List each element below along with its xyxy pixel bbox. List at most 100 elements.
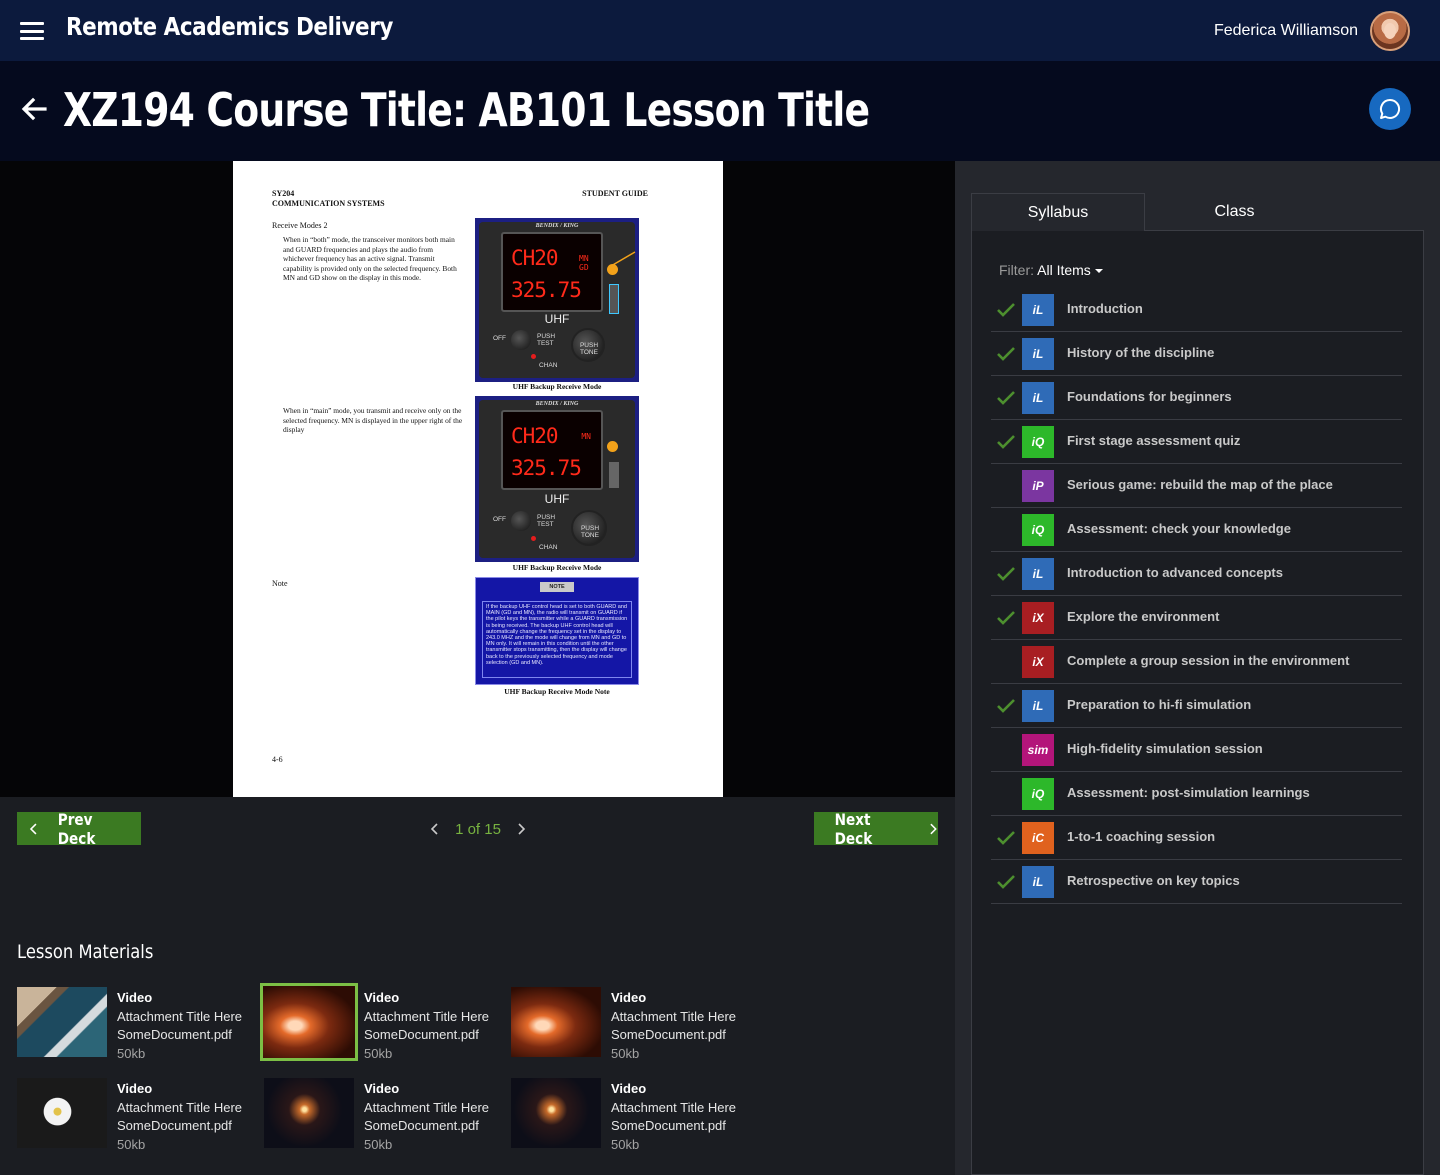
note-text: If the backup UHF control head is set to… xyxy=(482,601,632,678)
material-title: Attachment Title Here xyxy=(117,1008,242,1024)
material-thumbnail xyxy=(511,1078,601,1148)
material-item[interactable]: Video Attachment Title Here SomeDocument… xyxy=(17,1078,257,1153)
doc-page-number: 4-6 xyxy=(272,755,283,764)
syllabus-item[interactable]: iX Complete a group session in the enviro… xyxy=(991,640,1402,684)
document-page: SY204 COMMUNICATION SYSTEMS STUDENT GUID… xyxy=(233,161,723,797)
radio-band: UHF xyxy=(544,312,570,326)
annotation-arrow xyxy=(610,251,636,267)
chevron-left-icon xyxy=(430,823,438,835)
syllabus-item[interactable]: iL Introduction to advanced concepts xyxy=(991,552,1402,596)
material-file: SomeDocument.pdf xyxy=(117,1027,232,1042)
tab-class[interactable]: Class xyxy=(1145,193,1324,231)
prev-deck-button[interactable]: Prev Deck xyxy=(17,809,141,848)
app-title: Remote Academics Delivery xyxy=(66,12,393,41)
syllabus-item[interactable]: iL Foundations for beginners xyxy=(991,376,1402,420)
material-title: Attachment Title Here xyxy=(117,1099,242,1115)
radio-mode-indicator: MN GD xyxy=(579,254,589,272)
syllabus-item[interactable]: iC 1-to-1 coaching session xyxy=(991,816,1402,860)
tab-syllabus[interactable]: Syllabus xyxy=(971,193,1145,231)
document-viewer: SY204 COMMUNICATION SYSTEMS STUDENT GUID… xyxy=(0,161,955,797)
radio-mode-switch xyxy=(609,462,619,488)
radio-push-tone: PUSH TONE xyxy=(579,342,599,356)
syllabus-item[interactable]: iX Explore the environment xyxy=(991,596,1402,640)
material-meta: Video Attachment Title Here SomeDocument… xyxy=(117,989,242,1063)
checkmark-icon xyxy=(997,699,1015,713)
syllabus-item[interactable]: iP Serious game: rebuild the map of the p… xyxy=(991,464,1402,508)
material-file: SomeDocument.pdf xyxy=(364,1118,479,1133)
material-size: 50kb xyxy=(117,1136,146,1152)
material-meta: Video Attachment Title Here SomeDocument… xyxy=(611,1080,736,1154)
checkmark-icon xyxy=(997,303,1015,317)
syllabus-item-label: Explore the environment xyxy=(1067,609,1220,624)
chevron-right-icon xyxy=(930,823,938,834)
syllabus-item-label: Introduction to advanced concepts xyxy=(1067,565,1283,580)
material-size: 50kb xyxy=(117,1045,146,1061)
next-page-button[interactable] xyxy=(514,820,528,838)
item-type-badge: iL xyxy=(1022,294,1054,326)
radio-frequency: 325.75 xyxy=(511,456,582,480)
radio-brand: BENDIX / KING xyxy=(535,223,579,229)
chevron-right-icon xyxy=(518,823,526,835)
material-item-selected[interactable]: Video Attachment Title Here SomeDocument… xyxy=(260,983,504,1062)
syllabus-item-label: Assessment: post-simulation learnings xyxy=(1067,785,1310,800)
syllabus-item[interactable]: iL Preparation to hi-fi simulation xyxy=(991,684,1402,728)
prev-deck-label: Prev Deck xyxy=(57,809,96,848)
syllabus-item[interactable]: iQ First stage assessment quiz xyxy=(991,420,1402,464)
material-kind: Video xyxy=(117,1081,153,1096)
material-kind: Video xyxy=(611,990,647,1005)
material-size: 50kb xyxy=(364,1136,393,1152)
user-name[interactable]: Federica Williamson xyxy=(1214,22,1358,40)
doc-paragraph-1: When in “both” mode, the transceiver mon… xyxy=(283,235,457,283)
material-item[interactable]: Video Attachment Title Here SomeDocument… xyxy=(511,987,751,1062)
menu-icon[interactable] xyxy=(20,22,44,40)
prev-page-button[interactable] xyxy=(428,820,442,838)
radio-knob xyxy=(511,330,531,350)
material-item[interactable]: Video Attachment Title Here SomeDocument… xyxy=(264,1078,504,1153)
material-size: 50kb xyxy=(364,1045,393,1061)
material-file: SomeDocument.pdf xyxy=(611,1027,726,1042)
radio-band: UHF xyxy=(544,492,570,506)
item-type-badge: sim xyxy=(1022,734,1054,766)
radio-red-led xyxy=(531,536,536,541)
radio-led xyxy=(607,441,618,452)
avatar[interactable] xyxy=(1370,11,1410,51)
material-kind: Video xyxy=(364,990,400,1005)
syllabus-item[interactable]: iQ Assessment: post-simulation learnings xyxy=(991,772,1402,816)
material-item[interactable]: Video Attachment Title Here SomeDocument… xyxy=(17,987,257,1062)
chat-bubble-icon xyxy=(1379,98,1401,119)
syllabus-item[interactable]: iQ Assessment: check your knowledge xyxy=(991,508,1402,552)
radio-off-label: OFF xyxy=(493,335,506,342)
material-kind: Video xyxy=(611,1081,647,1096)
material-thumbnail xyxy=(511,987,601,1057)
material-size: 50kb xyxy=(611,1045,640,1061)
syllabus-item-label: Assessment: check your knowledge xyxy=(1067,521,1291,536)
chat-button[interactable] xyxy=(1369,88,1411,130)
syllabus-item-label: First stage assessment quiz xyxy=(1067,433,1241,448)
next-deck-label: Next Deck xyxy=(834,809,873,848)
syllabus-item-label: Retrospective on key topics xyxy=(1067,873,1240,888)
radio-chan-label: CHAN xyxy=(539,544,558,551)
filter-label: Filter: xyxy=(999,262,1034,278)
syllabus-item[interactable]: iL Introduction xyxy=(991,288,1402,332)
doc-subheading: Receive Modes 2 xyxy=(272,221,328,230)
item-type-badge: iQ xyxy=(1022,514,1054,546)
item-type-badge: iL xyxy=(1022,382,1054,414)
material-meta: Video Attachment Title Here SomeDocument… xyxy=(117,1080,242,1154)
next-deck-button[interactable]: Next Deck xyxy=(814,809,938,848)
filter-value: All Items xyxy=(1037,262,1091,278)
syllabus-item[interactable]: iL History of the discipline xyxy=(991,332,1402,376)
material-meta: Video Attachment Title Here SomeDocument… xyxy=(611,989,736,1063)
syllabus-item[interactable]: iL Retrospective on key topics xyxy=(991,860,1402,904)
radio-red-led xyxy=(531,354,536,359)
checkmark-icon xyxy=(997,347,1015,361)
filter-dropdown[interactable]: Filter: All Items xyxy=(999,262,1103,278)
item-type-badge: iQ xyxy=(1022,778,1054,810)
item-type-badge: iL xyxy=(1022,338,1054,370)
syllabus-item[interactable]: sim High-fidelity simulation session xyxy=(991,728,1402,772)
back-arrow-icon[interactable] xyxy=(20,95,48,123)
radio-frequency: 325.75 xyxy=(511,278,582,302)
item-type-badge: iQ xyxy=(1022,426,1054,458)
material-item[interactable]: Video Attachment Title Here SomeDocument… xyxy=(511,1078,751,1153)
checkmark-icon xyxy=(997,391,1015,405)
doc-course-code: SY204 xyxy=(272,189,295,198)
